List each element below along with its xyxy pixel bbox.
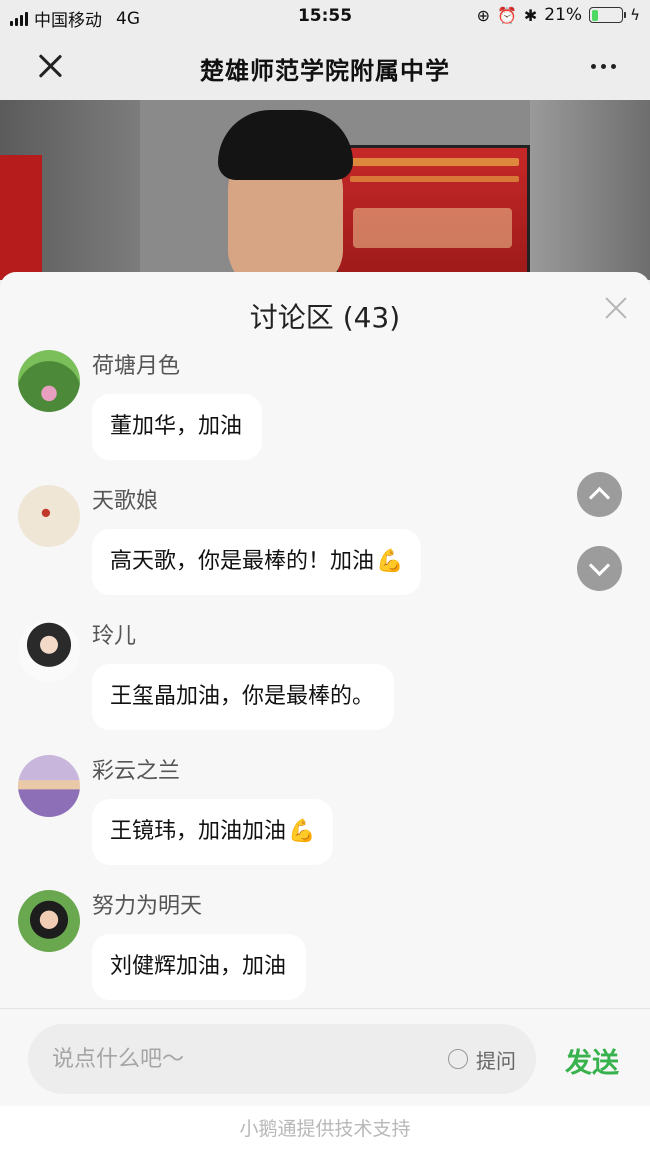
- nickname: 玲儿: [92, 624, 137, 649]
- charging-icon: ϟ: [630, 6, 640, 24]
- avatar[interactable]: [18, 620, 80, 682]
- page-title: 楚雄师范学院附属中学: [200, 57, 450, 85]
- banner-left: [0, 155, 42, 280]
- message-text: 王镜玮，加油加油: [110, 819, 287, 844]
- message-text: 王玺晶加油，你是最棒的。: [110, 684, 375, 709]
- battery-percent: 21%: [544, 5, 583, 25]
- avatar[interactable]: [18, 890, 80, 952]
- composer: 提问 发送: [0, 1008, 650, 1106]
- radio-icon[interactable]: [448, 1049, 468, 1069]
- powered-by-footer: 小鹅通提供技术支持: [0, 1106, 650, 1155]
- list-item: 彩云之兰 王镜玮，加油加油💪: [0, 749, 560, 884]
- avatar[interactable]: [18, 485, 80, 547]
- flexed-arm-icon: 💪: [288, 819, 316, 844]
- avatar[interactable]: [18, 755, 80, 817]
- nickname: 荷塘月色: [92, 354, 181, 379]
- ask-label: 提问: [476, 1048, 516, 1073]
- list-item: 天歌娘 高天歌，你是最棒的！加油💪: [0, 479, 560, 614]
- message-bubble: 王镜玮，加油加油💪: [92, 799, 334, 865]
- alarm-icon: ⏰: [496, 5, 517, 25]
- presenter: [218, 110, 353, 280]
- message-bubble: 高天歌，你是最棒的！加油💪: [92, 529, 422, 595]
- input-pill: 提问: [28, 1024, 536, 1094]
- nickname: 天歌娘: [92, 489, 159, 514]
- message-bubble: 刘健辉加油，加油: [92, 934, 307, 1000]
- status-right: ⊕ ⏰ ✱ 21% ϟ: [477, 5, 640, 25]
- message-text: 刘健辉加油，加油: [110, 954, 287, 979]
- scroll-up-button[interactable]: [577, 472, 622, 517]
- message-bubble: 王玺晶加油，你是最棒的。: [92, 664, 395, 730]
- list-item: 努力为明天 刘健辉加油，加油: [0, 884, 560, 1004]
- flexed-arm-icon: 💪: [376, 549, 404, 574]
- bluetooth-icon: ✱: [523, 5, 538, 25]
- banner-right: [335, 145, 530, 280]
- chevron-up-icon: [588, 486, 611, 509]
- message-list[interactable]: 荷塘月色 董加华，加油 天歌娘 高天歌，你是最棒的！加油💪 玲儿 王玺晶加油，你…: [0, 344, 650, 1004]
- status-bar: 中国移动 4G 15:55 ⊕ ⏰ ✱ 21% ϟ: [0, 0, 650, 34]
- ask-question-toggle[interactable]: 提问: [448, 1024, 516, 1094]
- battery-fill: [591, 9, 598, 21]
- avatar[interactable]: [18, 350, 80, 412]
- message-bubble: 董加华，加油: [92, 394, 263, 460]
- message-text: 高天歌，你是最棒的！加油: [110, 549, 375, 574]
- close-icon[interactable]: [602, 294, 630, 322]
- discussion-title: 讨论区 (43): [249, 301, 401, 334]
- rotation-lock-icon: ⊕: [476, 5, 490, 25]
- live-video[interactable]: [0, 100, 650, 280]
- list-item: 荷塘月色 董加华，加油: [0, 344, 560, 479]
- battery-icon: [589, 7, 627, 23]
- message-text: 董加华，加油: [110, 414, 243, 439]
- chevron-down-icon: [588, 554, 611, 577]
- nickname: 彩云之兰: [92, 759, 181, 784]
- scroll-down-button[interactable]: [577, 546, 622, 591]
- send-button[interactable]: 发送: [565, 1041, 619, 1080]
- nav-bar: 楚雄师范学院附属中学: [0, 34, 650, 100]
- nickname: 努力为明天: [92, 894, 203, 919]
- list-item: 玲儿 王玺晶加油，你是最棒的。: [0, 614, 560, 749]
- comment-input[interactable]: [52, 1024, 432, 1094]
- more-icon[interactable]: [591, 64, 616, 69]
